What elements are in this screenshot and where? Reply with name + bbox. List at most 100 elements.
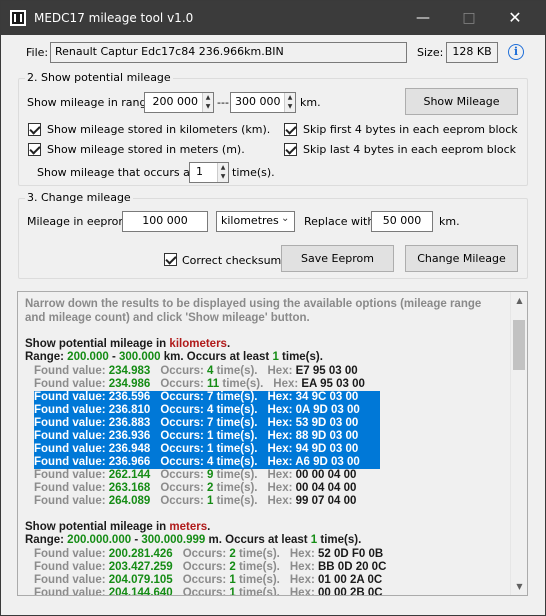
maximize-button[interactable]: □ [446, 1, 492, 35]
found-value: 204.079.105 [108, 574, 173, 586]
result-row[interactable]: Found value: 236.883 Occurs: 7 time(s). He… [34, 417, 380, 430]
skip-last-checkbox[interactable] [284, 143, 297, 156]
file-label: File: [26, 46, 49, 59]
result-row[interactable]: Found value: 264.089 Occurs: 1 time(s). He… [34, 495, 356, 508]
show-km-checkbox[interactable] [28, 123, 41, 136]
result-row[interactable]: Found value: 236.966 Occurs: 4 time(s). He… [34, 456, 380, 469]
hex-label: Hex: [273, 378, 302, 390]
found-label: Found value: [34, 456, 109, 468]
hex-label: Hex: [289, 548, 318, 560]
occurs-count: 11 [207, 378, 220, 390]
correct-checksums-checkbox[interactable] [164, 253, 177, 266]
hex-value: BB 0D 20 0C [318, 561, 387, 573]
result-row[interactable]: Found value: 236.948 Occurs: 1 time(s). He… [34, 443, 380, 456]
hint-line-2: and mileage count) and click 'Show milea… [25, 312, 310, 324]
times-label: time(s). [213, 391, 258, 403]
found-label: Found value: [34, 587, 109, 596]
occurs-label: Occurs: [182, 574, 230, 586]
occurs-label: Occurs: [182, 587, 230, 596]
replace-with-input[interactable]: 50 000 [371, 211, 433, 232]
minimize-button[interactable]: — [400, 1, 446, 35]
range-label: Show mileage in range: [27, 96, 157, 109]
found-label: Found value: [34, 482, 109, 494]
times-label: time(s). [235, 561, 280, 573]
hex-label: Hex: [267, 482, 296, 494]
hex-value: 00 00 04 00 [295, 469, 357, 481]
main-window: MEDC17 mileage tool v1.0 — □ ✕ File: Ren… [0, 0, 546, 616]
hint-line-1: Narrow down the results to be displayed … [25, 298, 482, 310]
found-label: Found value: [34, 404, 109, 416]
found-value: 264.089 [108, 495, 151, 507]
hex-value: 53 9D 03 00 [295, 417, 359, 429]
save-eeprom-button[interactable]: Save Eeprom [281, 245, 394, 272]
hex-value: 01 00 2A 0C [318, 574, 383, 586]
found-value: 262.144 [108, 469, 151, 481]
found-label: Found value: [34, 561, 109, 573]
found-label: Found value: [34, 548, 109, 560]
times-label: time(s). [235, 587, 280, 596]
m-range-line: Range: 200.000.000 - 300.000.999 m. Occu… [25, 534, 362, 546]
hex-label: Hex: [267, 430, 296, 442]
hex-label: Hex: [289, 587, 318, 596]
hex-value: 88 9D 03 00 [295, 430, 359, 442]
scroll-down-icon[interactable]: ▼ [511, 578, 527, 595]
chevron-down-icon[interactable]: ⌄ [281, 213, 289, 224]
found-value: 204.144.640 [108, 587, 173, 596]
found-value: 236.810 [108, 404, 151, 416]
hex-value: E7 95 03 00 [295, 365, 358, 377]
scroll-up-icon[interactable]: ▲ [511, 292, 527, 309]
found-label: Found value: [34, 430, 109, 442]
times-label: time(s). [213, 443, 258, 455]
occurs-label: Occurs: [182, 548, 230, 560]
times-label: time(s). [213, 404, 258, 416]
found-value: 203.427.259 [108, 561, 173, 573]
result-row[interactable]: Found value: 236.596 Occurs: 7 time(s). He… [34, 391, 380, 404]
range-unit-label: km. [300, 96, 321, 109]
results-output[interactable]: Narrow down the results to be displayed … [17, 291, 528, 596]
show-m-checkbox[interactable] [28, 143, 41, 156]
eeprom-mileage-label: Mileage in eeprom: [27, 215, 133, 228]
change-mileage-group-title: 3. Change mileage [25, 191, 133, 204]
title-bar[interactable]: MEDC17 mileage tool v1.0 — □ ✕ [1, 1, 545, 35]
result-row[interactable]: Found value: 234.983 Occurs: 4 time(s). He… [34, 365, 358, 378]
skip-first-label: Skip first 4 bytes in each eeprom block [303, 123, 518, 136]
occurs-spinner[interactable]: ▲ ▼ [217, 163, 228, 182]
file-path-field[interactable]: Renault Captur Edc17c84 236.966km.BIN [50, 42, 407, 63]
range-separator: --- [217, 96, 229, 109]
hex-value: EA 95 03 00 [301, 378, 365, 390]
hex-value: 00 04 04 00 [295, 482, 357, 494]
range-to-spinner[interactable]: ▲ ▼ [284, 93, 295, 112]
result-row[interactable]: Found value: 204.079.105 Occurs: 1 time(s… [34, 574, 382, 587]
times-label: time(s). [213, 456, 258, 468]
eeprom-mileage-input[interactable]: 100 000 [122, 211, 208, 232]
result-row[interactable]: Found value: 203.427.259 Occurs: 2 time(s… [34, 561, 386, 574]
range-from-spinner[interactable]: ▲ ▼ [202, 93, 213, 112]
found-value: 236.948 [108, 443, 151, 455]
result-row[interactable]: Found value: 236.936 Occurs: 1 time(s). He… [34, 430, 380, 443]
hex-label: Hex: [267, 417, 296, 429]
file-size-field: 128 KB [446, 42, 498, 63]
times-label: time(s). [213, 430, 258, 442]
occurs-label: Occurs: [160, 391, 207, 403]
found-label: Found value: [34, 365, 109, 377]
skip-first-checkbox[interactable] [284, 123, 297, 136]
result-row[interactable]: Found value: 200.281.426 Occurs: 2 time(s… [34, 548, 383, 561]
result-row[interactable]: Found value: 234.986 Occurs: 11 time(s). H… [34, 378, 365, 391]
result-row[interactable]: Found value: 204.144.640 Occurs: 1 time(s… [34, 587, 383, 596]
result-row[interactable]: Found value: 263.168 Occurs: 2 time(s). He… [34, 482, 356, 495]
result-row[interactable]: Found value: 262.144 Occurs: 9 time(s). He… [34, 469, 356, 482]
hex-label: Hex: [267, 404, 296, 416]
hex-value: 99 07 04 00 [295, 495, 357, 507]
result-row[interactable]: Found value: 236.810 Occurs: 4 time(s). He… [34, 404, 380, 417]
replace-unit-label: km. [439, 215, 460, 228]
hex-label: Hex: [289, 561, 318, 573]
window-title: MEDC17 mileage tool v1.0 [34, 11, 194, 25]
scroll-thumb[interactable] [513, 320, 525, 370]
info-icon[interactable]: i [508, 44, 524, 60]
close-button[interactable]: ✕ [492, 1, 538, 35]
times-label: time(s). [213, 365, 258, 377]
show-mileage-button[interactable]: Show Mileage [405, 88, 518, 115]
change-mileage-button[interactable]: Change Mileage [405, 245, 518, 272]
vertical-scrollbar[interactable]: ▲ ▼ [510, 292, 527, 595]
hex-label: Hex: [267, 456, 296, 468]
